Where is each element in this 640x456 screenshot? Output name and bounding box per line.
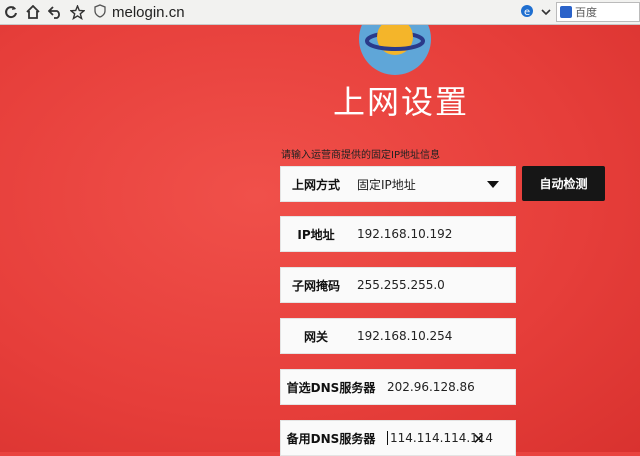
search-engine-label: 百度 xyxy=(575,6,597,19)
planet-logo-icon xyxy=(357,3,433,77)
svg-text:e: e xyxy=(524,7,530,18)
connection-type-select[interactable]: 上网方式 固定IP地址 xyxy=(280,166,516,202)
router-setup-page: 上网设置 请输入运营商提供的固定IP地址信息 上网方式 固定IP地址 自动检测 … xyxy=(0,3,640,456)
page-title: 上网设置 xyxy=(333,83,470,121)
address-bar[interactable]: melogin.cn xyxy=(94,2,494,22)
browser-right-tools: e 百度 xyxy=(520,0,640,24)
back-icon[interactable] xyxy=(44,1,66,23)
gateway-value[interactable]: 192.168.10.254 xyxy=(357,329,452,343)
ip-address-value[interactable]: 192.168.10.192 xyxy=(357,227,452,241)
primary-dns-label: 首选DNS服务器 xyxy=(286,380,376,395)
connection-type-value: 固定IP地址 xyxy=(357,177,416,192)
subnet-mask-label: 子网掩码 xyxy=(291,278,340,293)
subnet-mask-field[interactable]: 子网掩码 255.255.255.0 xyxy=(280,267,516,303)
address-url: melogin.cn xyxy=(112,3,185,21)
ip-address-field[interactable]: IP地址 192.168.10.192 xyxy=(280,216,516,252)
ip-address-label: IP地址 xyxy=(297,227,335,242)
auto-detect-button[interactable]: 自动检测 xyxy=(522,166,605,201)
primary-dns-value[interactable]: 202.96.128.86 xyxy=(387,380,475,394)
baidu-icon xyxy=(560,6,572,18)
star-icon[interactable] xyxy=(66,1,88,23)
refresh-icon[interactable] xyxy=(0,1,22,23)
gateway-label: 网关 xyxy=(303,329,328,344)
extension-icon[interactable]: e xyxy=(520,3,534,22)
secondary-dns-label: 备用DNS服务器 xyxy=(286,431,376,446)
search-input[interactable]: 百度 xyxy=(556,2,640,22)
browser-toolbar: melogin.cn e 百度 xyxy=(0,0,640,25)
clear-icon[interactable]: ✕ xyxy=(472,430,485,448)
security-shield-icon xyxy=(94,3,106,22)
dropdown-caret-icon[interactable] xyxy=(487,181,499,188)
home-icon[interactable] xyxy=(22,1,44,23)
chevron-down-icon[interactable] xyxy=(540,3,552,22)
subnet-mask-value[interactable]: 255.255.255.0 xyxy=(357,278,445,292)
connection-type-label: 上网方式 xyxy=(291,177,340,192)
instruction-text: 请输入运营商提供的固定IP地址信息 xyxy=(281,150,440,161)
primary-dns-field[interactable]: 首选DNS服务器 202.96.128.86 xyxy=(280,369,516,405)
gateway-field[interactable]: 网关 192.168.10.254 xyxy=(280,318,516,354)
secondary-dns-field[interactable]: 备用DNS服务器 114.114.114.114 ✕ xyxy=(280,420,516,456)
